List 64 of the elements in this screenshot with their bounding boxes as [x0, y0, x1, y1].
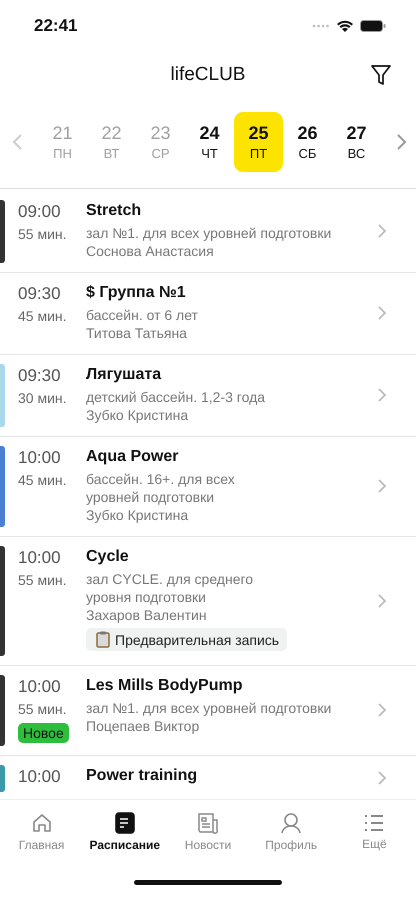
class-duration: 55 мин. — [18, 701, 67, 717]
class-duration: 45 мин. — [18, 472, 67, 488]
class-time: 09:00 — [18, 202, 61, 222]
class-title[interactable]: $ Группа №1 — [86, 284, 370, 302]
battery-icon — [360, 20, 386, 32]
class-detail: зал CYCLE. для среднего — [86, 570, 254, 588]
chevron-icon[interactable] — [376, 305, 388, 321]
note-text: Предварительная запись — [115, 632, 280, 648]
status-time: 22:41 — [34, 16, 78, 36]
document-icon — [114, 812, 135, 834]
class-detail: бассейн. от 6 лет — [86, 306, 199, 324]
class-time: 10:00 — [18, 448, 61, 468]
chevron-icon[interactable] — [376, 223, 388, 239]
tab-bar-item[interactable]: Расписание — [83, 800, 166, 864]
day-tab[interactable]: 25 ПТ — [234, 112, 283, 172]
class-detail: Зубко Кристина — [86, 506, 190, 524]
class-duration: 55 мин. — [18, 572, 67, 588]
class-title[interactable]: Les Mills BodyPump — [86, 677, 370, 695]
signal-icon — [312, 24, 330, 28]
chevron-icon[interactable] — [376, 702, 388, 718]
class-detail: зал №1. для всех уровней подготовки — [86, 699, 332, 717]
chevron-icon[interactable] — [376, 770, 388, 786]
class-detail: бассейн. 16+. для всех — [86, 470, 236, 488]
class-title[interactable]: Stretch — [86, 202, 370, 220]
person-icon — [280, 812, 302, 834]
class-duration: 55 мин. — [18, 226, 67, 242]
chevron-icon[interactable] — [376, 478, 388, 494]
class-detail: уровней подготовки — [86, 488, 216, 506]
tab-bar-item[interactable]: Новости — [166, 800, 250, 864]
class-detail: Титова Татьяна — [86, 324, 188, 342]
tab-bar-item[interactable]: Профиль — [250, 800, 333, 864]
day-tab[interactable]: 24 ЧТ — [185, 112, 234, 172]
chevron-icon[interactable] — [376, 592, 388, 608]
class-time: 10:00 — [18, 548, 61, 568]
class-detail: Соснова Анастасия — [86, 242, 215, 260]
class-detail: детский бассейн. 1,2-3 года — [86, 388, 266, 406]
app-title: lifeCLUB — [170, 64, 246, 86]
class-detail: Поцепаев Виктор — [86, 717, 200, 735]
class-time: 09:30 — [18, 284, 61, 304]
class-title[interactable]: Лягушата — [86, 366, 370, 384]
list-icon — [364, 813, 384, 833]
new-badge: Новое — [18, 723, 69, 743]
class-detail: Захаров Валентин — [86, 606, 208, 624]
clipboard-icon — [96, 631, 110, 648]
newspaper-icon — [197, 812, 219, 834]
filter-icon[interactable] — [370, 64, 392, 86]
class-duration: 45 мин. — [18, 308, 67, 324]
home-icon — [30, 812, 53, 834]
class-detail: Зубко Кристина — [86, 406, 190, 424]
wifi-icon — [336, 20, 354, 32]
class-title[interactable]: Aqua Power — [86, 448, 370, 466]
class-duration: 30 мин. — [18, 390, 67, 406]
class-time: 10:00 — [18, 767, 61, 787]
tab-bar-item[interactable]: Главная — [0, 800, 84, 864]
class-time: 09:30 — [18, 366, 61, 386]
day-tab[interactable]: 26 СБ — [283, 112, 332, 172]
tab-bar-item[interactable]: Ещё — [332, 800, 416, 864]
class-detail: зал №1. для всех уровней подготовки — [86, 224, 332, 242]
chevron-icon[interactable] — [376, 387, 388, 403]
day-tab[interactable]: 27 ВС — [332, 112, 381, 172]
class-time: 10:00 — [18, 677, 61, 697]
class-title[interactable]: Power training — [86, 767, 370, 785]
class-title[interactable]: Cycle — [86, 548, 370, 566]
class-detail: уровня подготовки — [86, 588, 207, 606]
